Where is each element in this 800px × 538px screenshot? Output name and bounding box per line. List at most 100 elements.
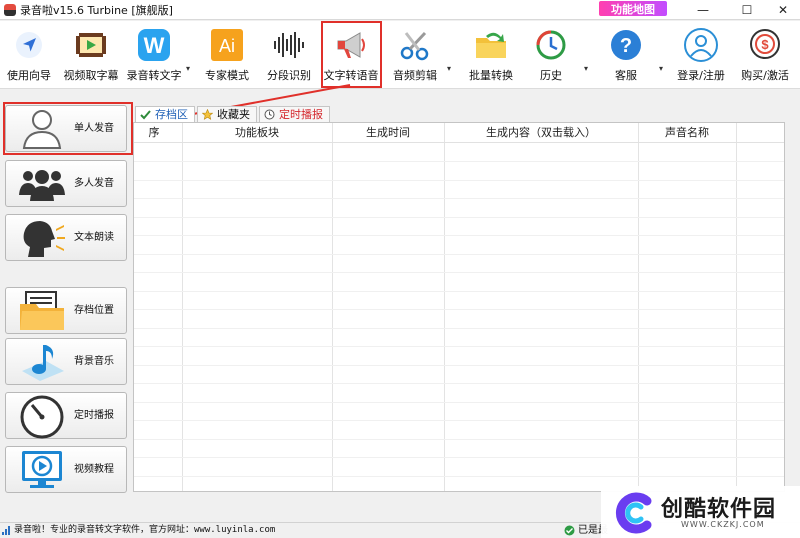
sidebar-item-archive-location[interactable]: 存档位置 bbox=[5, 287, 127, 334]
row-gridline bbox=[134, 457, 784, 458]
row-gridline bbox=[134, 291, 784, 292]
toolbar-label: 专家模式 bbox=[205, 69, 249, 82]
speaking-head-icon bbox=[16, 217, 68, 259]
toolbar-guide-button[interactable]: 使用向导 bbox=[4, 21, 54, 87]
tab-archive[interactable]: 存档区 bbox=[135, 106, 195, 122]
signal-bars-icon bbox=[2, 526, 10, 535]
toolbar-video-subtitle-button[interactable]: 视频取字幕 bbox=[60, 21, 122, 87]
toolbar-label: 录音转文字 bbox=[126, 69, 182, 82]
toolbar-label: 登录/注册 bbox=[677, 69, 725, 82]
sidebar-item-label: 存档位置 bbox=[74, 305, 114, 316]
toolbar-history-button[interactable]: 历史 bbox=[528, 21, 574, 87]
w-badge-icon: W bbox=[136, 27, 172, 63]
row-gridline bbox=[134, 235, 784, 236]
column-header-index[interactable]: 序 bbox=[134, 123, 174, 143]
row-gridline bbox=[134, 439, 784, 440]
column-header-voice[interactable]: 声音名称 bbox=[638, 123, 736, 143]
column-divider bbox=[444, 123, 445, 491]
svg-text:$: $ bbox=[761, 37, 769, 52]
sidebar-item-label: 视频教程 bbox=[74, 464, 114, 475]
column-divider bbox=[182, 123, 183, 491]
user-login-icon bbox=[683, 27, 719, 63]
scissors-icon bbox=[397, 27, 433, 63]
svg-text:W: W bbox=[144, 33, 165, 58]
toolbar-purchase-button[interactable]: $ 购买/激活 bbox=[736, 21, 794, 87]
close-button[interactable]: ✕ bbox=[766, 0, 800, 20]
star-icon bbox=[202, 109, 213, 120]
sidebar-item-multi-voice[interactable]: 多人发音 bbox=[5, 160, 127, 207]
toolbar-audio-to-text-button[interactable]: W 录音转文字 bbox=[124, 21, 184, 87]
tab-timed-broadcast[interactable]: 定时播报 bbox=[259, 106, 330, 122]
video-film-icon bbox=[73, 27, 109, 63]
single-voice-highlight-frame bbox=[3, 102, 133, 155]
text-to-speech-highlight-frame bbox=[321, 21, 382, 88]
history-clock-icon bbox=[533, 27, 569, 63]
group-people-icon bbox=[16, 163, 68, 205]
toolbar-segment-recognition-button[interactable]: 分段识别 bbox=[262, 21, 316, 87]
check-icon bbox=[140, 109, 151, 120]
row-gridline bbox=[134, 309, 784, 310]
folder-arrow-icon bbox=[473, 27, 509, 63]
ai-badge-icon: Ai bbox=[209, 27, 245, 63]
row-gridline bbox=[134, 365, 784, 366]
column-header-content[interactable]: 生成内容（双击载入） bbox=[444, 123, 638, 143]
toolbar-audio-edit-button[interactable]: 音频剪辑 bbox=[388, 21, 442, 87]
sidebar-item-background-music[interactable]: 背景音乐 bbox=[5, 338, 127, 385]
toolbar-login-button[interactable]: 登录/注册 bbox=[672, 21, 730, 87]
cloud-check-icon bbox=[564, 525, 575, 536]
column-header-module[interactable]: 功能板块 bbox=[182, 123, 332, 143]
minimize-button[interactable]: — bbox=[686, 0, 720, 20]
watermark-title: 创酷软件园 bbox=[661, 497, 777, 522]
column-divider bbox=[332, 123, 333, 491]
toolbar-label: 分段识别 bbox=[267, 69, 311, 82]
toolbar-label: 批量转换 bbox=[469, 69, 513, 82]
row-gridline bbox=[134, 198, 784, 199]
row-gridline bbox=[134, 346, 784, 347]
row-gridline bbox=[134, 180, 784, 181]
sidebar-item-text-reading[interactable]: 文本朗读 bbox=[5, 214, 127, 261]
column-divider bbox=[736, 123, 737, 491]
status-message: 录音啦！专业的录音转文字软件，官方网址：www.luyinla.com bbox=[14, 525, 276, 535]
purchase-coin-icon: $ bbox=[747, 27, 783, 63]
toolbar-label: 客服 bbox=[615, 69, 637, 82]
toolbar-batch-convert-button[interactable]: 批量转换 bbox=[462, 21, 520, 87]
archive-table[interactable]: 序 功能板块 生成时间 生成内容（双击载入） 声音名称 bbox=[133, 122, 785, 492]
function-map-button[interactable]: 功能地图 bbox=[598, 0, 668, 17]
toolbar-label: 视频取字幕 bbox=[63, 69, 119, 82]
maximize-button[interactable]: ☐ bbox=[730, 0, 764, 20]
chevron-down-icon[interactable]: ▾ bbox=[186, 64, 194, 73]
sidebar-item-timed-broadcast[interactable]: 定时播报 bbox=[5, 392, 127, 439]
row-gridline bbox=[134, 420, 784, 421]
tab-label: 定时播报 bbox=[279, 107, 323, 121]
window-title: 录音啦v15.6 Turbine [旗舰版] bbox=[20, 3, 173, 17]
svg-text:Ai: Ai bbox=[219, 36, 235, 56]
sidebar-item-label: 背景音乐 bbox=[74, 356, 114, 367]
chevron-down-icon[interactable]: ▾ bbox=[659, 64, 667, 73]
toolbar-label: 使用向导 bbox=[7, 69, 51, 82]
row-gridline bbox=[134, 217, 784, 218]
function-sidebar: 单人发音 多人发音 文本朗读 存档位置 背景音乐 定时播报 视频教程 bbox=[0, 97, 131, 522]
watermark-url: WWW.CKZKJ.COM bbox=[681, 520, 765, 529]
chevron-down-icon[interactable]: ▾ bbox=[584, 64, 592, 73]
video-play-icon bbox=[16, 449, 68, 491]
help-question-icon: ? bbox=[608, 27, 644, 63]
timer-dial-icon bbox=[16, 395, 68, 439]
toolbar-support-button[interactable]: ? 客服 bbox=[604, 21, 648, 87]
column-header-time[interactable]: 生成时间 bbox=[332, 123, 444, 143]
toolbar-expert-mode-button[interactable]: Ai 专家模式 bbox=[200, 21, 254, 87]
chevron-down-icon[interactable]: ▾ bbox=[447, 64, 455, 73]
music-note-icon bbox=[16, 341, 68, 383]
sidebar-item-video-tutorial[interactable]: 视频教程 bbox=[5, 446, 127, 493]
clock-icon bbox=[264, 109, 275, 120]
row-gridline bbox=[134, 476, 784, 477]
table-header: 序 功能板块 生成时间 生成内容（双击载入） 声音名称 bbox=[134, 123, 784, 143]
navigation-arrow-icon bbox=[11, 27, 47, 63]
app-window: 录音啦v15.6 Turbine [旗舰版] 功能地图 — ☐ ✕ 使用向导 视… bbox=[0, 0, 800, 538]
toolbar-label: 音频剪辑 bbox=[393, 69, 437, 82]
row-gridline bbox=[134, 328, 784, 329]
svg-text:?: ? bbox=[620, 35, 632, 57]
watermark-logo-icon bbox=[615, 492, 652, 534]
column-divider bbox=[638, 123, 639, 491]
toolbar-label: 历史 bbox=[540, 69, 562, 82]
tab-favorites[interactable]: 收藏夹 bbox=[197, 106, 257, 122]
